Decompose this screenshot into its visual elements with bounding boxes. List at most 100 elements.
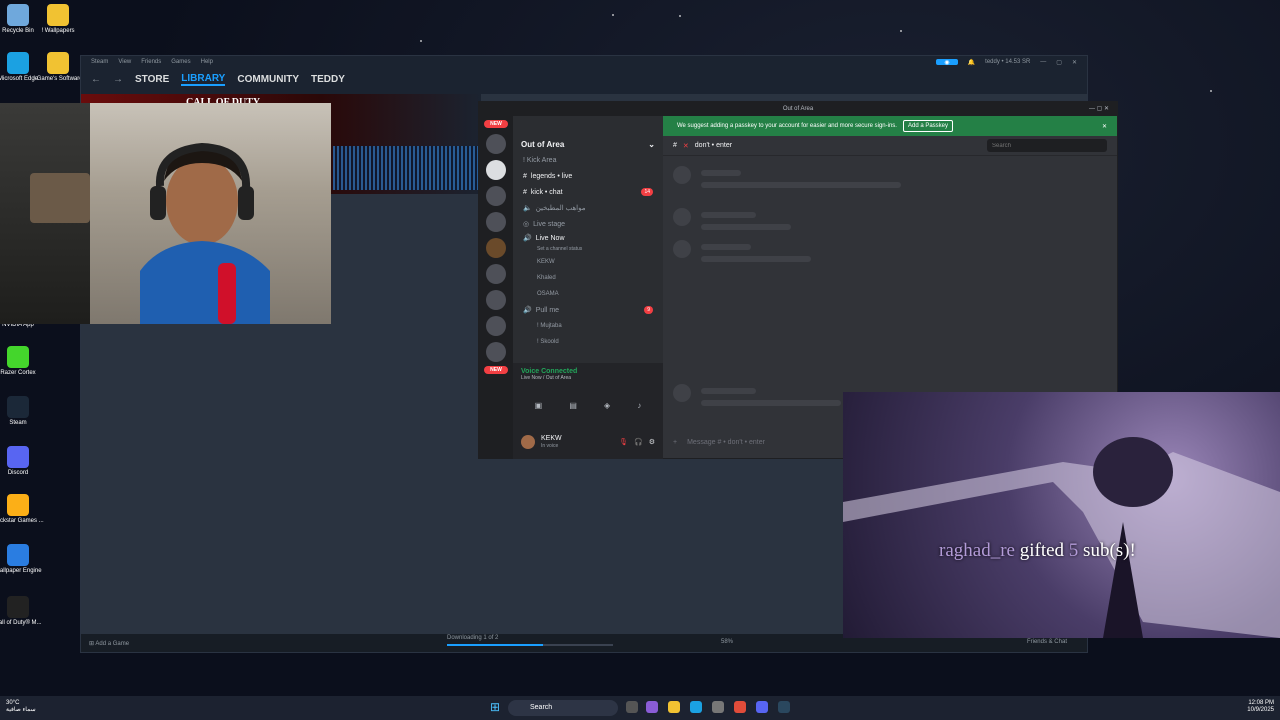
search-input[interactable] xyxy=(987,139,1107,152)
app-icon xyxy=(47,52,69,74)
server-icon[interactable] xyxy=(486,342,506,362)
back-arrow-icon[interactable]: ← xyxy=(91,74,101,85)
edge-icon[interactable] xyxy=(690,701,702,713)
server-icon[interactable] xyxy=(486,186,506,206)
voice-member[interactable]: OSAMA xyxy=(513,286,663,302)
desktop-icon[interactable]: Discord xyxy=(0,446,48,477)
channel-sidebar: Out of Area ⌄ ! Kick Area # legends • live… xyxy=(513,116,663,363)
channel-category[interactable]: ! Kick Area xyxy=(513,152,663,168)
desktop-icon[interactable]: ! Game's Software xyxy=(28,52,88,83)
app-icon xyxy=(7,596,29,618)
add-passkey-button[interactable]: Add a Passkey xyxy=(902,120,954,132)
server-icon[interactable] xyxy=(486,290,506,310)
chrome-icon[interactable] xyxy=(734,701,746,713)
forward-arrow-icon[interactable]: → xyxy=(113,74,123,85)
soundboard-icon[interactable]: ♪ xyxy=(637,401,641,410)
steam-taskbar-icon[interactable] xyxy=(778,701,790,713)
voice-member[interactable]: ! Skoold xyxy=(513,334,663,350)
avatar[interactable] xyxy=(521,435,535,449)
mute-icon[interactable]: 🎙 xyxy=(619,438,628,446)
desktop-icon[interactable]: Call of Duty® M... xyxy=(0,596,48,627)
channel-label: Pull me xyxy=(535,306,560,314)
voice-panel: Voice Connected Live Now / Out of Area ▣… xyxy=(513,363,663,425)
voice-member[interactable]: ! Mujtaba xyxy=(513,318,663,334)
app-icon[interactable] xyxy=(712,701,724,713)
desktop-icon[interactable]: Rockstar Games ... xyxy=(0,494,48,525)
clock[interactable]: 12:08 PM 10/9/2025 xyxy=(1247,700,1274,714)
start-menu-icon[interactable]: ⊞ xyxy=(490,700,500,714)
file-explorer-icon[interactable] xyxy=(668,701,680,713)
activity-icon[interactable]: ◈ xyxy=(604,401,610,410)
app-icon xyxy=(47,4,69,26)
app-icon xyxy=(7,346,29,368)
desktop-icon[interactable]: ! Wallpapers xyxy=(28,4,88,35)
server-icon[interactable] xyxy=(486,264,506,284)
speaker-icon: 🔊 xyxy=(523,235,532,242)
steam-menu-steam[interactable]: Steam xyxy=(91,59,108,65)
discord-taskbar-icon[interactable] xyxy=(756,701,768,713)
add-game-button[interactable]: ⊞ Add a Game xyxy=(89,640,129,647)
x-emoji-icon: ✕ xyxy=(682,142,689,150)
hash-icon: # xyxy=(523,188,527,196)
channel-status[interactable]: Set a channel status xyxy=(513,244,663,254)
server-header[interactable]: Out of Area ⌄ xyxy=(513,136,663,152)
minimize-icon[interactable]: — xyxy=(1040,59,1046,65)
channel-live-now[interactable]: 🔊 Live Now xyxy=(513,232,663,244)
steam-account[interactable]: teddy • 14.53 SR xyxy=(985,59,1030,65)
weather-widget[interactable]: 30°C سماء صافية xyxy=(6,700,36,714)
steam-menu-friends[interactable]: Friends xyxy=(141,59,161,65)
chat-channel-name: don't • enter xyxy=(694,142,733,149)
channel-label: Live stage xyxy=(533,220,566,228)
app-icon xyxy=(7,494,29,516)
plus-icon[interactable]: + xyxy=(673,439,677,446)
desktop-icon[interactable]: Wallpaper Engine xyxy=(0,544,48,575)
channel-kick-chat[interactable]: # kick • chat 14 xyxy=(513,184,663,200)
voice-member[interactable]: KEKW xyxy=(513,254,663,270)
channel-label: ! Kick Area xyxy=(523,156,557,164)
download-status[interactable]: Downloading 1 of 2 xyxy=(447,635,498,641)
weather-temp: 30°C xyxy=(6,700,20,706)
broadcast-icon[interactable]: ◉ xyxy=(936,59,958,66)
steam-menu-view[interactable]: View xyxy=(118,59,131,65)
steam-menu-help[interactable]: Help xyxy=(201,59,213,65)
maximize-icon[interactable]: ▢ xyxy=(1056,59,1062,66)
channel-live-stage[interactable]: ◎ Live stage xyxy=(513,216,663,232)
settings-gear-icon[interactable]: ⚙ xyxy=(649,438,655,446)
download-progress-fill xyxy=(447,644,544,646)
notification-icon[interactable]: 🔔 xyxy=(968,59,975,66)
screen-share-icon[interactable]: ▤ xyxy=(569,401,577,410)
voice-location[interactable]: Live Now / Out of Area xyxy=(521,375,655,381)
server-icon[interactable] xyxy=(486,134,506,154)
camera-icon[interactable]: ▣ xyxy=(535,401,543,410)
copilot-icon[interactable] xyxy=(646,701,658,713)
desktop-icon[interactable]: Steam xyxy=(0,396,48,427)
window-controls[interactable]: — ▢ ✕ xyxy=(1089,102,1109,116)
server-icon[interactable] xyxy=(486,238,506,258)
unread-badge: 14 xyxy=(641,188,653,196)
channel-voice[interactable]: 🔈 مواهب المطبخين xyxy=(513,200,663,216)
server-icon[interactable] xyxy=(486,160,506,180)
server-icon[interactable] xyxy=(486,212,506,232)
message-input[interactable]: Message # • don't • enter xyxy=(687,439,765,446)
voice-member[interactable]: Khaled xyxy=(513,270,663,286)
speaker-icon: 🔈 xyxy=(523,205,532,212)
channel-legends-live[interactable]: # legends • live xyxy=(513,168,663,184)
desktop-icon[interactable]: Razer Cortex xyxy=(0,346,48,377)
nav-store[interactable]: STORE xyxy=(135,74,169,85)
friends-chat-button[interactable]: Friends & Chat xyxy=(1027,639,1067,645)
deafen-icon[interactable]: 🎧 xyxy=(634,438,643,446)
channel-pull-me[interactable]: 🔊 Pull me 9 xyxy=(513,302,663,318)
nav-community[interactable]: COMMUNITY xyxy=(237,74,299,85)
taskbar-search[interactable]: Search xyxy=(508,700,618,716)
task-view-icon[interactable] xyxy=(626,701,638,713)
voice-connected-label: Voice Connected xyxy=(521,368,578,375)
close-icon[interactable]: ✕ xyxy=(1072,59,1077,66)
new-badge: NEW xyxy=(484,120,508,128)
nav-library[interactable]: LIBRARY xyxy=(181,73,226,86)
close-banner-icon[interactable]: ✕ xyxy=(1102,123,1107,130)
steam-menu-games[interactable]: Games xyxy=(171,59,190,65)
download-progress-bar[interactable] xyxy=(447,644,613,646)
server-icon[interactable] xyxy=(486,316,506,336)
nav-user[interactable]: TEDDY xyxy=(311,74,345,85)
member-name: OSAMA xyxy=(537,291,559,297)
